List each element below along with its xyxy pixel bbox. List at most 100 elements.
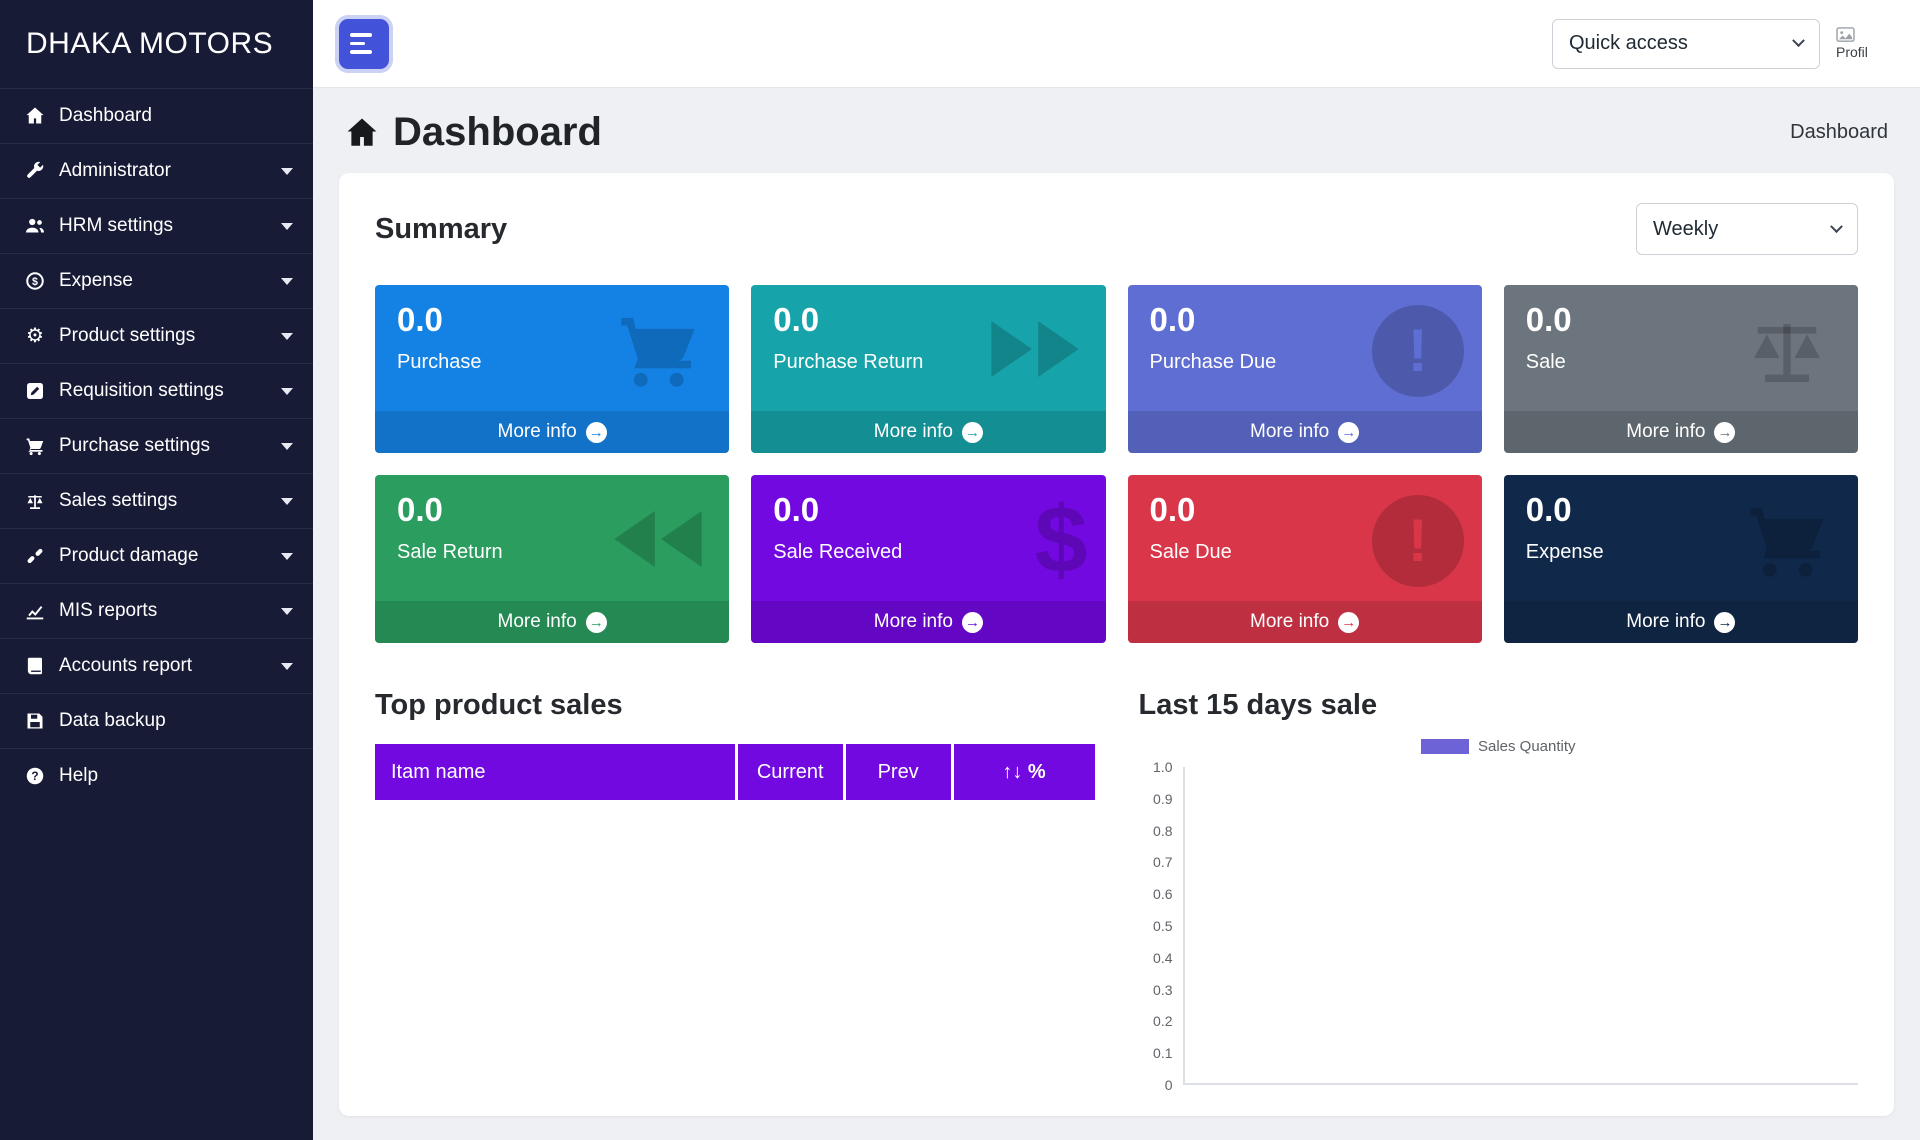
period-select[interactable]: Weekly — [1636, 203, 1858, 255]
sidebar-item-data-backup[interactable]: Data backup — [0, 693, 313, 748]
question-circle-icon: ? — [20, 766, 50, 786]
chart-legend: Sales Quantity — [1139, 738, 1859, 755]
more-info-link[interactable]: More info → — [1504, 411, 1858, 453]
chevron-down-icon — [1792, 34, 1805, 47]
top-product-sales-heading: Top product sales — [375, 689, 1095, 722]
cart-icon — [20, 436, 50, 456]
chart-plot-area — [1183, 767, 1859, 1085]
stat-card-sale-due: 0.0 Sale Due ! More info → — [1128, 475, 1482, 643]
more-info-link[interactable]: More info → — [375, 411, 729, 453]
sidebar-item-mis-reports[interactable]: MIS reports — [0, 583, 313, 638]
exclamation-circle-icon: ! — [1372, 495, 1464, 587]
sidebar-item-label: HRM settings — [59, 215, 173, 237]
last-15-days-sale-heading: Last 15 days sale — [1139, 689, 1859, 722]
legend-swatch — [1421, 739, 1469, 754]
sidebar-item-hrm-settings[interactable]: HRM settings — [0, 198, 313, 253]
sidebar-item-label: Dashboard — [59, 105, 152, 127]
sidebar-item-requisition-settings[interactable]: Requisition settings — [0, 363, 313, 418]
more-info-link[interactable]: More info → — [751, 411, 1105, 453]
sidebar-nav: Dashboard Administrator HRM settings $ — [0, 88, 313, 803]
stat-card-purchase: 0.0 Purchase More info → — [375, 285, 729, 453]
arrow-circle-right-icon: → — [962, 422, 983, 443]
profile-avatar[interactable]: Profil — [1836, 27, 1894, 60]
stat-card-sale-received: 0.0 Sale Received $ More info → — [751, 475, 1105, 643]
more-info-link[interactable]: More info → — [1504, 601, 1858, 643]
sidebar-item-label: Administrator — [59, 160, 171, 182]
chart-line-icon — [20, 601, 50, 621]
topbar: Quick access Profil — [313, 0, 1920, 88]
sidebar-item-purchase-settings[interactable]: Purchase settings — [0, 418, 313, 473]
column-header-item-name: Itam name — [375, 744, 735, 800]
arrow-circle-right-icon: → — [1714, 422, 1735, 443]
sidebar-item-label: Sales settings — [59, 490, 177, 512]
column-header-prev: Prev — [843, 744, 951, 800]
sidebar-item-expense[interactable]: $ Expense — [0, 253, 313, 308]
more-info-label: More info — [1626, 421, 1705, 443]
users-icon — [20, 216, 50, 236]
arrow-circle-right-icon: → — [962, 612, 983, 633]
arrow-circle-right-icon: → — [1338, 612, 1359, 633]
more-info-link[interactable]: More info → — [1128, 601, 1482, 643]
last-15-days-sale-section: Last 15 days sale Sales Quantity 1.0 0.9… — [1139, 689, 1859, 1085]
sidebar: DHAKA MOTORS Dashboard Administrator — [0, 0, 313, 1140]
app-root: DHAKA MOTORS Dashboard Administrator — [0, 0, 1920, 1140]
more-info-label: More info — [498, 611, 577, 633]
breadcrumb[interactable]: Dashboard — [1790, 121, 1888, 144]
more-info-label: More info — [874, 421, 953, 443]
sales-chart: 1.0 0.9 0.8 0.7 0.6 0.5 0.4 0.3 0.2 0.1 … — [1139, 767, 1859, 1085]
top-product-sales-section: Top product sales Itam name Current Prev… — [375, 689, 1095, 1085]
page-title: Dashboard — [393, 110, 602, 155]
caret-down-icon — [281, 168, 293, 175]
sidebar-item-dashboard[interactable]: Dashboard — [0, 88, 313, 143]
rewind-icon — [605, 495, 711, 583]
sidebar-item-accounts-report[interactable]: Accounts report — [0, 638, 313, 693]
sidebar-item-administrator[interactable]: Administrator — [0, 143, 313, 198]
brand: DHAKA MOTORS — [0, 0, 313, 88]
content-panel: Summary Weekly 0.0 Purchase More info → — [339, 173, 1894, 1116]
chart-y-axis: 1.0 0.9 0.8 0.7 0.6 0.5 0.4 0.3 0.2 0.1 … — [1139, 767, 1183, 1085]
profile-alt-text: Profil — [1836, 44, 1868, 60]
arrow-circle-right-icon: → — [586, 612, 607, 633]
sidebar-item-label: Purchase settings — [59, 435, 210, 457]
caret-down-icon — [281, 443, 293, 450]
cart-icon — [1734, 495, 1840, 583]
sidebar-item-label: Product damage — [59, 545, 198, 567]
column-header-current: Current — [735, 744, 843, 800]
more-info-link[interactable]: More info → — [375, 601, 729, 643]
stat-card-expense: 0.0 Expense More info → — [1504, 475, 1858, 643]
quick-access-select[interactable]: Quick access — [1552, 19, 1820, 69]
more-info-link[interactable]: More info → — [1128, 411, 1482, 453]
sidebar-item-label: MIS reports — [59, 600, 157, 622]
caret-down-icon — [281, 223, 293, 230]
more-info-label: More info — [498, 421, 577, 443]
summary-header-row: Summary Weekly — [375, 203, 1858, 255]
column-header-percent-change: ↑↓ % — [951, 744, 1095, 800]
money-icon: $ — [20, 271, 50, 291]
sidebar-item-label: Requisition settings — [59, 380, 224, 402]
caret-down-icon — [281, 498, 293, 505]
sidebar-item-help[interactable]: ? Help — [0, 748, 313, 803]
sidebar-item-product-settings[interactable]: ⚙ Product settings — [0, 308, 313, 363]
sidebar-item-label: Expense — [59, 270, 133, 292]
sidebar-toggle-button[interactable] — [339, 19, 389, 69]
caret-down-icon — [281, 333, 293, 340]
sidebar-item-label: Help — [59, 765, 98, 787]
exclamation-circle-icon: ! — [1372, 305, 1464, 397]
home-icon — [345, 116, 379, 150]
summary-cards-grid: 0.0 Purchase More info → 0.0 Purchase Re… — [375, 285, 1858, 643]
more-info-link[interactable]: More info → — [751, 601, 1105, 643]
sidebar-item-product-damage[interactable]: Product damage — [0, 528, 313, 583]
svg-text:?: ? — [31, 769, 38, 783]
book-icon — [20, 656, 50, 676]
more-info-label: More info — [1250, 421, 1329, 443]
arrow-circle-right-icon: → — [586, 422, 607, 443]
summary-heading: Summary — [375, 213, 507, 246]
page-header: Dashboard Dashboard — [313, 88, 1920, 171]
lower-sections: Top product sales Itam name Current Prev… — [375, 689, 1858, 1085]
balance-scale-icon — [1734, 305, 1840, 393]
save-icon — [20, 711, 50, 731]
pen-square-icon — [20, 381, 50, 401]
sidebar-item-sales-settings[interactable]: Sales settings — [0, 473, 313, 528]
topbar-right: Quick access Profil — [1552, 19, 1894, 69]
caret-down-icon — [281, 663, 293, 670]
